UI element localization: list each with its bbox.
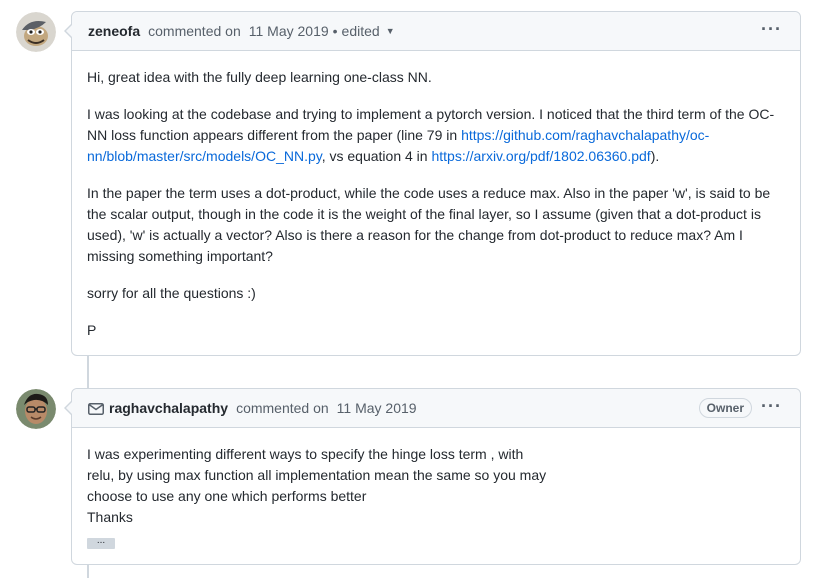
comment-action: commented on — [236, 400, 329, 416]
kebab-horizontal-icon[interactable]: ··· — [761, 397, 782, 415]
comment-raghavchalapathy: raghavchalapathy commented on 11 May 201… — [64, 388, 801, 565]
edited-label: edited — [341, 23, 380, 39]
mail-icon — [88, 402, 104, 415]
comment-action: commented on — [148, 23, 241, 39]
comment-date[interactable]: 11 May 2019 — [337, 400, 417, 416]
timeline-connector — [87, 356, 89, 388]
link-arxiv-paper[interactable]: https://arxiv.org/pdf/1802.06360.pdf — [431, 148, 650, 164]
comment-zeneofa: zeneofa commented on 11 May 2019 • edite… — [64, 11, 801, 357]
comment-header: zeneofa commented on 11 May 2019 • edite… — [72, 12, 800, 51]
comment-author[interactable]: raghavchalapathy — [109, 400, 228, 416]
comment-author[interactable]: zeneofa — [88, 23, 140, 39]
comment-paragraph: I was looking at the codebase and trying… — [87, 104, 785, 167]
comment-body: I was experimenting different ways to sp… — [72, 428, 800, 565]
comment-body: Hi, great idea with the fully deep learn… — [72, 51, 800, 357]
comment-paragraph: In the paper the term uses a dot-product… — [87, 185, 771, 264]
comment-paragraph: Hi, great idea with the fully deep learn… — [87, 69, 432, 85]
paragraph-text: ). — [650, 148, 660, 164]
comment-line: choose to use any one which performs bet… — [87, 488, 367, 504]
owner-badge: Owner — [698, 398, 752, 418]
avatar[interactable] — [16, 12, 56, 52]
comment-paragraph: sorry for all the questions :) — [87, 285, 256, 301]
paragraph-text: , vs equation 4 in — [321, 148, 432, 164]
comment-paragraph: P — [87, 322, 97, 338]
expand-hidden-text-button[interactable]: ... — [87, 536, 115, 549]
comment-line: I was experimenting different ways to sp… — [87, 446, 524, 462]
comment-header: raghavchalapathy commented on 11 May 201… — [72, 389, 800, 428]
comment-line: Thanks — [87, 509, 133, 525]
comment-date[interactable]: 11 May 2019 — [249, 23, 329, 39]
caret-down-icon: ▼ — [385, 26, 395, 36]
edited-dropdown[interactable]: edited ▼ — [342, 23, 395, 39]
comment-line: relu, by using max function all implemen… — [87, 467, 547, 483]
kebab-horizontal-icon[interactable]: ··· — [761, 20, 782, 38]
avatar[interactable] — [16, 389, 56, 429]
